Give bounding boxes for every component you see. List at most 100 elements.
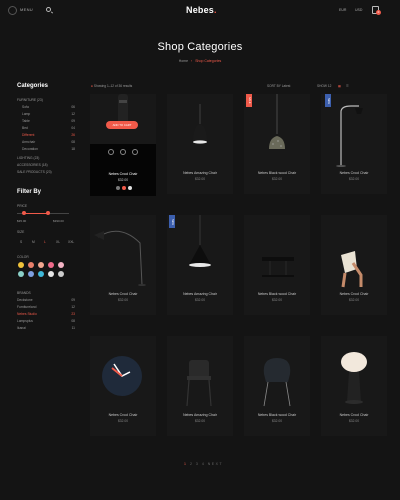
product-name[interactable]: Nebes Amazing Chair bbox=[167, 171, 233, 175]
page-2[interactable]: 2 bbox=[190, 462, 193, 466]
size-option[interactable]: L bbox=[44, 240, 46, 244]
product-image[interactable] bbox=[167, 94, 233, 167]
product-card[interactable]: NEW Nebes Amazing Chair $32.00 bbox=[167, 215, 233, 315]
product-image[interactable] bbox=[244, 94, 310, 167]
color-swatch[interactable] bbox=[28, 262, 34, 268]
product-price: $32.00 bbox=[117, 419, 129, 423]
category-item[interactable]: Table 09 bbox=[22, 119, 75, 123]
category-item[interactable]: Armchair 08 bbox=[22, 140, 75, 144]
color-swatch[interactable] bbox=[48, 262, 54, 268]
product-image[interactable] bbox=[244, 336, 310, 409]
product-name[interactable]: Nebes Crool Chair bbox=[321, 413, 387, 417]
product-price: $32.00 bbox=[117, 178, 129, 182]
product-name[interactable]: Nebes Amazing Chair bbox=[167, 292, 233, 296]
compare-icon[interactable] bbox=[132, 149, 138, 155]
color-swatch[interactable] bbox=[28, 271, 34, 277]
page-4[interactable]: 4 bbox=[202, 462, 205, 466]
category-item[interactable]: Different 26 bbox=[22, 133, 75, 137]
menu-label[interactable]: MENU bbox=[20, 7, 33, 12]
zoom-icon[interactable] bbox=[108, 149, 114, 155]
category-label: Sofa bbox=[22, 105, 29, 109]
size-option[interactable]: XXL bbox=[68, 240, 74, 244]
heart-icon[interactable] bbox=[120, 149, 126, 155]
currency-eur[interactable]: EUR bbox=[339, 8, 346, 12]
page-3[interactable]: 3 bbox=[196, 462, 199, 466]
sort-dropdown[interactable]: SORT BY Latest bbox=[267, 84, 290, 88]
category-group-furniture[interactable]: FURNITURE (23) bbox=[17, 98, 43, 102]
product-image[interactable] bbox=[321, 336, 387, 409]
color-swatch[interactable] bbox=[18, 262, 24, 268]
category-group-lighting[interactable]: LIGHTING (23) bbox=[17, 156, 39, 160]
category-item[interactable]: Decoration 18 bbox=[22, 147, 75, 151]
product-card[interactable]: Nebes Black wood Chair $32.00 bbox=[244, 215, 310, 315]
color-swatch[interactable] bbox=[38, 262, 44, 268]
menu-icon[interactable] bbox=[8, 6, 17, 15]
category-group-sale[interactable]: SALE PRODUCTS (23) bbox=[17, 170, 52, 174]
product-name[interactable]: Nebes Crool Chair bbox=[321, 171, 387, 175]
product-price: $32.00 bbox=[348, 419, 360, 423]
product-color-dot[interactable] bbox=[116, 186, 120, 190]
breadcrumb-home[interactable]: Home bbox=[179, 59, 188, 63]
color-swatch[interactable] bbox=[18, 271, 24, 277]
size-option[interactable]: S bbox=[20, 240, 22, 244]
page-1[interactable]: 1 bbox=[184, 462, 187, 466]
product-image[interactable] bbox=[167, 215, 233, 288]
category-item[interactable]: Bed 04 bbox=[22, 126, 75, 130]
category-label: Bed bbox=[22, 126, 28, 130]
brand-count: 09 bbox=[71, 298, 75, 302]
product-card[interactable]: Nebes Amazing Chair $32.00 bbox=[167, 94, 233, 194]
product-price: $32.00 bbox=[194, 419, 206, 423]
product-name[interactable]: Nebes Crool Chair bbox=[90, 292, 156, 296]
currency-usd[interactable]: USD bbox=[355, 8, 362, 12]
product-name[interactable]: Nebes Black wood Chair bbox=[244, 413, 310, 417]
color-swatch[interactable] bbox=[58, 262, 64, 268]
page-next[interactable]: NEXT bbox=[208, 462, 223, 466]
product-image[interactable] bbox=[167, 336, 233, 409]
product-name[interactable]: Nebes Crool Chair bbox=[90, 172, 156, 176]
category-label: Different bbox=[22, 133, 35, 137]
add-to-cart-button[interactable]: ADD TO CART bbox=[106, 121, 138, 129]
price-slider-max-handle[interactable] bbox=[46, 211, 50, 215]
product-name[interactable]: Nebes Amazing Chair bbox=[167, 413, 233, 417]
product-card[interactable]: Nebes Black wood Chair $32.00 bbox=[244, 336, 310, 436]
size-option[interactable]: M bbox=[32, 240, 35, 244]
category-group-accessories[interactable]: ACCESSORIES (18) bbox=[17, 163, 48, 167]
brand-item[interactable]: Lampsplus 08 bbox=[17, 319, 75, 323]
product-card[interactable]: NEW Nebes Crool Chair $32.00 bbox=[321, 94, 387, 194]
product-price: $32.00 bbox=[348, 298, 360, 302]
product-card[interactable]: Nebes Crool Chair $32.00 bbox=[90, 336, 156, 436]
product-card[interactable]: SALE Nebes Black wood Chair $32.00 bbox=[244, 94, 310, 194]
category-item[interactable]: Sofa 06 bbox=[22, 105, 75, 109]
product-image[interactable] bbox=[90, 336, 156, 409]
breadcrumb-current: Shop Categories bbox=[195, 59, 222, 63]
color-swatch[interactable] bbox=[38, 271, 44, 277]
brand-item[interactable]: Deckstone 09 bbox=[17, 298, 75, 302]
brand-item[interactable]: Ikanai 11 bbox=[17, 326, 75, 330]
product-image[interactable] bbox=[244, 215, 310, 288]
product-name[interactable]: Nebes Black wood Chair bbox=[244, 292, 310, 296]
product-card[interactable]: Nebes Crool Chair $32.00 bbox=[321, 215, 387, 315]
product-name[interactable]: Nebes Crool Chair bbox=[321, 292, 387, 296]
product-color-dot[interactable] bbox=[128, 186, 132, 190]
product-name[interactable]: Nebes Black wood Chair bbox=[244, 171, 310, 175]
product-color-dot[interactable] bbox=[122, 186, 126, 190]
size-option[interactable]: XL bbox=[56, 240, 60, 244]
search-icon[interactable] bbox=[46, 7, 51, 12]
color-swatch[interactable] bbox=[58, 271, 64, 277]
product-image[interactable] bbox=[321, 215, 387, 288]
logo[interactable]: Nebes. bbox=[186, 5, 217, 15]
show-dropdown[interactable]: SHOW 12 bbox=[317, 84, 331, 88]
price-slider-min-handle[interactable] bbox=[22, 211, 26, 215]
grid-view-icon[interactable]: ▦ bbox=[338, 84, 341, 88]
product-card[interactable]: Nebes Amazing Chair $32.00 bbox=[167, 336, 233, 436]
product-name[interactable]: Nebes Crool Chair bbox=[90, 413, 156, 417]
product-card[interactable]: Nebes Crool Chair $32.00 bbox=[321, 336, 387, 436]
color-swatch[interactable] bbox=[48, 271, 54, 277]
list-view-icon[interactable]: ☰ bbox=[346, 84, 349, 88]
category-item[interactable]: Lamp 12 bbox=[22, 112, 75, 116]
brand-item[interactable]: Furnitureland 12 bbox=[17, 305, 75, 309]
product-card[interactable]: Nebes Crool Chair $32.00 bbox=[90, 215, 156, 315]
product-image[interactable] bbox=[90, 215, 156, 288]
brand-item[interactable]: Nebes Studio 23 bbox=[17, 312, 75, 316]
product-card[interactable]: ADD TO CART Nebes Crool Chair $32.00 bbox=[90, 94, 156, 196]
